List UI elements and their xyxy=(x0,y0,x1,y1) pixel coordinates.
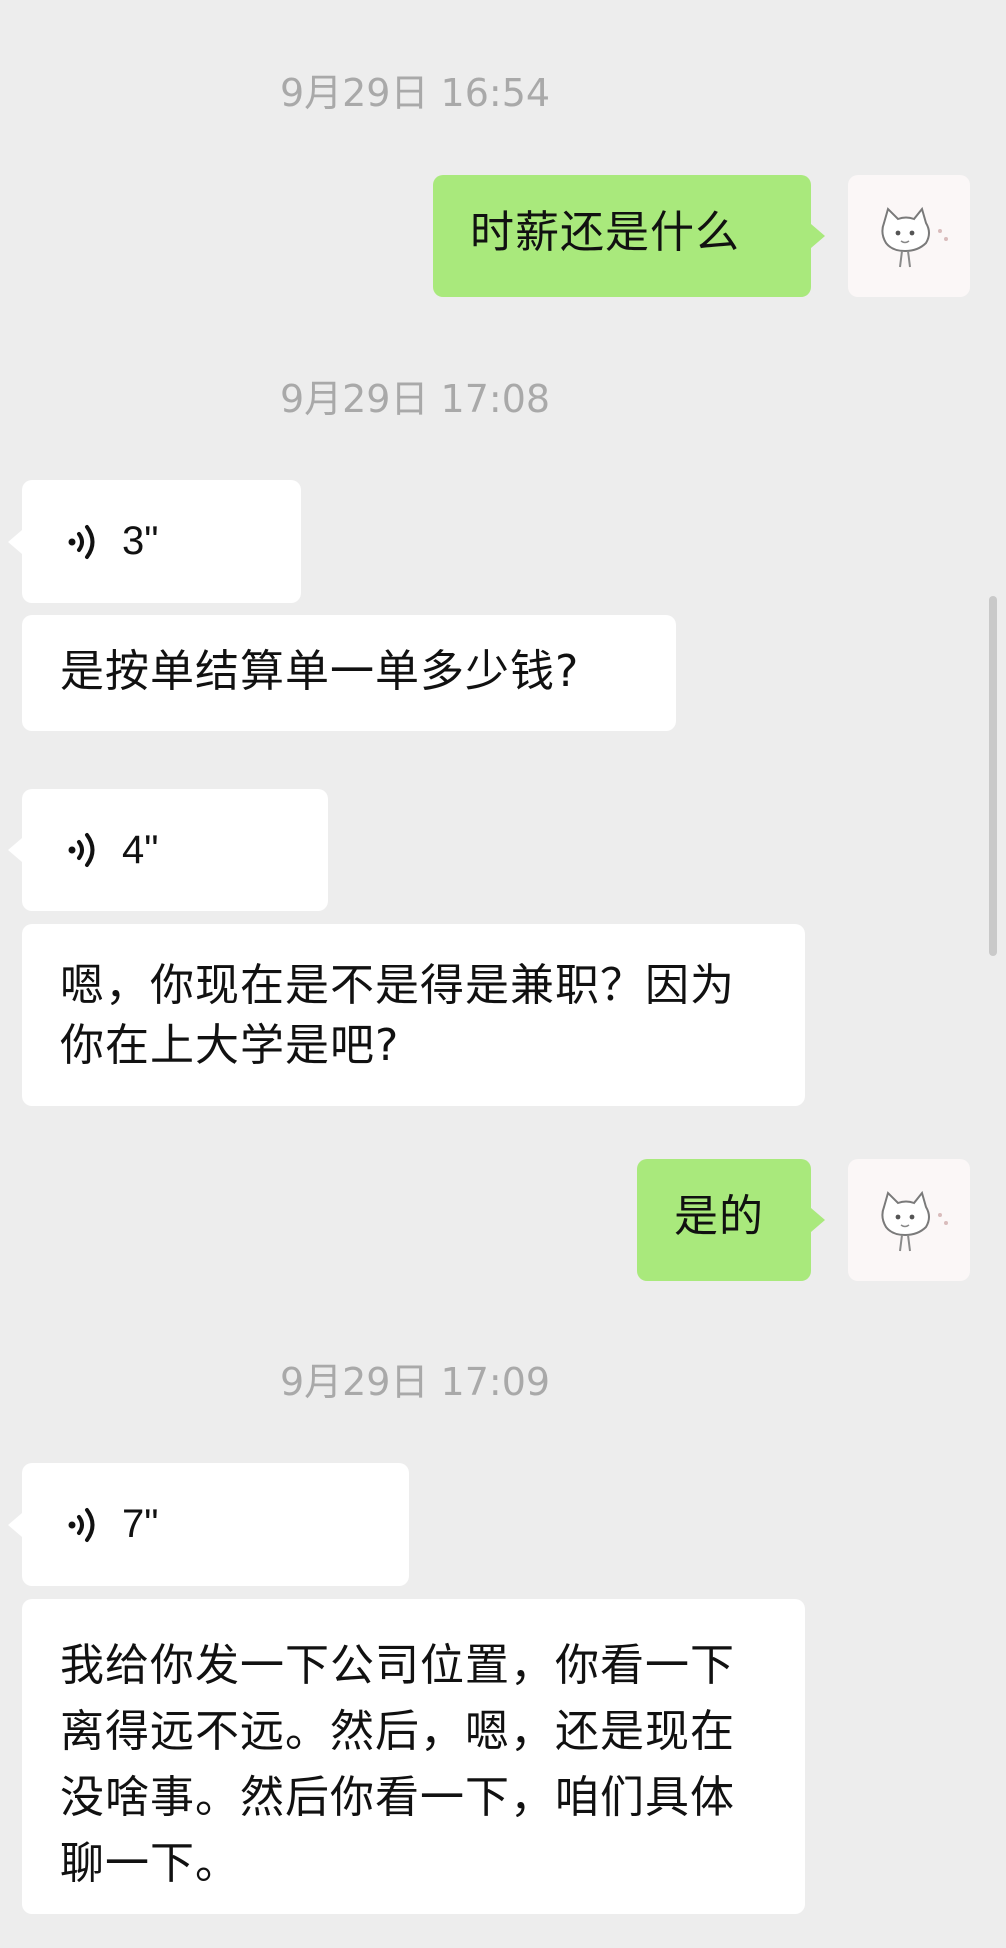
message-text: 时薪还是什么 xyxy=(470,207,740,258)
voice-duration: 7" xyxy=(122,1502,159,1546)
voice-transcript[interactable]: 是按单结算单一单多少钱? xyxy=(22,615,676,731)
voice-message[interactable]: 7" xyxy=(8,1463,409,1586)
timestamp: 9月29日 17:09 xyxy=(279,1360,551,1404)
scrollbar[interactable] xyxy=(989,596,997,956)
cat-avatar-icon xyxy=(881,206,948,268)
avatar[interactable] xyxy=(848,175,970,297)
message-bubble-outgoing[interactable]: 时薪还是什么 xyxy=(433,175,825,297)
voice-transcript[interactable]: 嗯，你现在是不是得是兼职？因为你在上大学是吧? xyxy=(22,924,805,1106)
transcript-text: 嗯，你现在是不是得是兼职？因为你在上大学是吧? xyxy=(60,960,735,1071)
message-bubble-outgoing[interactable]: 是的 xyxy=(637,1159,825,1281)
transcript-text: 我给你发一下公司位置，你看一下离得远不远。然后，嗯，还是现在没啥事。然后你看一下… xyxy=(60,1640,735,1889)
voice-message[interactable]: 3" xyxy=(8,480,301,603)
voice-wave-icon xyxy=(68,833,95,867)
timestamp: 9月29日 17:08 xyxy=(279,377,551,421)
voice-wave-icon xyxy=(68,524,95,559)
voice-wave-icon xyxy=(68,1507,95,1542)
voice-duration: 4" xyxy=(122,827,159,872)
voice-transcript[interactable]: 我给你发一下公司位置，你看一下离得远不远。然后，嗯，还是现在没啥事。然后你看一下… xyxy=(22,1599,805,1914)
voice-duration: 3" xyxy=(122,519,159,563)
transcript-text: 是按单结算单一单多少钱? xyxy=(60,646,580,697)
voice-message[interactable]: 4" xyxy=(8,789,328,911)
timestamp: 9月29日 16:54 xyxy=(279,71,551,115)
avatar[interactable] xyxy=(848,1159,970,1281)
cat-avatar-icon xyxy=(881,1190,948,1252)
message-text: 是的 xyxy=(674,1191,764,1242)
